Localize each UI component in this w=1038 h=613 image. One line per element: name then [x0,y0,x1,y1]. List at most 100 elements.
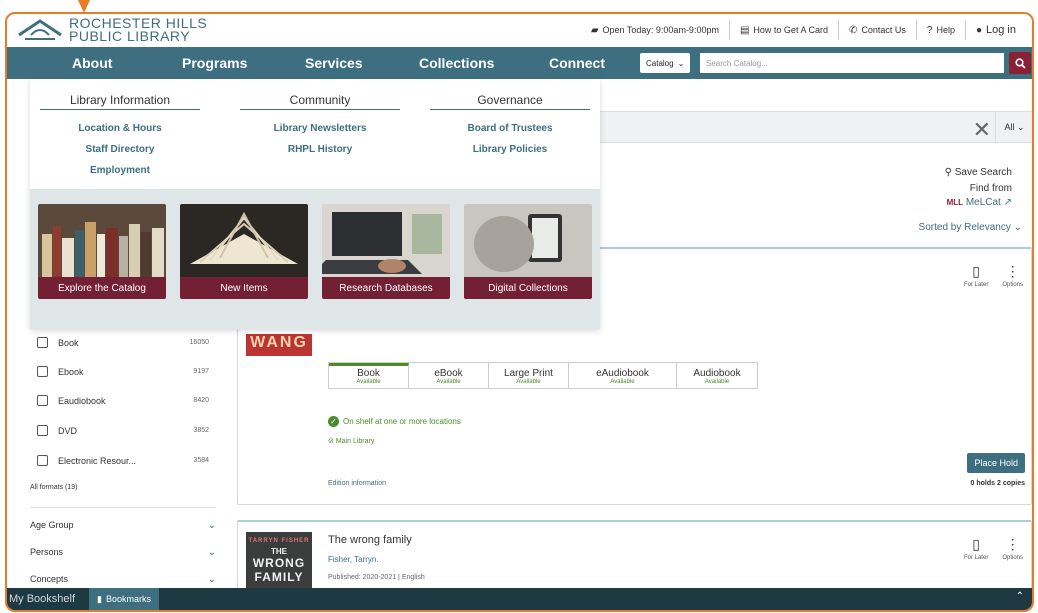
catalog-select[interactable]: Catalog ⌄ [640,53,691,73]
options-button[interactable]: ⋮ Options [1002,263,1023,288]
cover-family: FAMILY [254,570,304,584]
mega-menu-tiles: Explore the Catalog New Items Research D… [30,189,600,329]
menu-link-newsletters[interactable]: Library Newsletters [240,123,400,134]
contact-link[interactable]: ✆ Contact Us [837,20,916,40]
sort-label: Sorted by Relevancy [918,222,1011,233]
format-name: eBook [434,368,463,379]
library-logo[interactable]: ROCHESTER HILLS PUBLIC LIBRARY [17,16,207,44]
mega-menu-links: Library Information Location & Hours Sta… [30,79,600,189]
results-search-bar[interactable]: ✕ All ⌄ [597,111,1032,143]
user-icon: ● [975,24,983,36]
chevron-up-icon[interactable]: ⌃ [1016,591,1024,602]
search-button[interactable] [1009,52,1031,74]
result-author[interactable]: Fisher, Tarryn. [328,555,379,564]
for-later-button[interactable]: ▯ For Later [964,536,988,561]
tile-new-items[interactable]: New Items [180,204,308,299]
login-label: Log in [986,24,1016,36]
format-tab-book[interactable]: Book Available [329,363,409,388]
bookmarks-label: Bookmarks [105,594,151,604]
facet-count: 16050 [189,339,209,346]
menu-link-rhpl-history[interactable]: RHPL History [240,144,400,155]
menu-link-staff-directory[interactable]: Staff Directory [40,144,200,155]
options-button[interactable]: ⋮ Options [1002,536,1023,561]
help-link[interactable]: ? Help [915,20,965,40]
menu-column-heading: Library Information [40,93,200,110]
chevron-down-icon: ⌄ [677,58,685,68]
facet-divider [30,507,216,508]
checkbox[interactable] [37,455,48,466]
facet-group-age[interactable]: Age Group ⌄ [30,520,216,531]
catalog-search-input[interactable]: Search Catalog... [700,53,1004,73]
help-label: Help [936,25,955,35]
menu-link-employment[interactable]: Employment [40,165,200,176]
scope-select[interactable]: All ⌄ [995,112,1032,142]
nav-connect[interactable]: Connect [549,55,605,71]
contact-label: Contact Us [861,25,906,35]
checkbox[interactable] [37,395,48,406]
bookmarks-tab[interactable]: ▮ Bookmarks [89,588,159,610]
sort-select[interactable]: Sorted by Relevancy ⌄ [919,222,1022,233]
logo-line-2: PUBLIC LIBRARY [69,28,191,44]
facet-label: Electronic Resour... [58,455,137,466]
login-link[interactable]: ● Log in [964,20,1026,40]
edition-info-link[interactable]: Edition information [328,480,386,487]
check-outline-icon: ⊘ [328,438,334,445]
format-tab-large-print[interactable]: Large Print Available [489,363,569,388]
for-later-button[interactable]: ▯ For Later [964,263,988,288]
menu-link-board-of-trustees[interactable]: Board of Trustees [430,123,590,134]
catalog-select-value: Catalog [646,58,674,68]
chevron-down-icon: ⌄ [207,547,216,558]
nav-programs[interactable]: Programs [182,55,247,71]
tile-research-databases[interactable]: Research Databases [322,204,450,299]
page-viewport: ROCHESTER HILLS PUBLIC LIBRARY ▰ Open Tod… [5,12,1034,612]
place-hold-button[interactable]: Place Hold [967,453,1025,473]
facet-format-dvd[interactable]: DVD 3852 [37,425,209,436]
bookmark-icon: ▯ [972,263,980,279]
check-circle-icon: ✓ [328,416,339,427]
library-card-link[interactable]: ▤ How to Get A Card [728,20,838,40]
facet-count: 8420 [193,397,209,404]
format-tab-audiobook[interactable]: Audiobook Available [677,363,757,388]
tile-explore-catalog[interactable]: Explore the Catalog [38,204,166,299]
tile-digital-collections[interactable]: Digital Collections [464,204,592,299]
facet-group-persons[interactable]: Persons ⌄ [30,547,216,558]
format-tab-eaudiobook[interactable]: eAudiobook Available [569,363,677,388]
facet-format-ebook[interactable]: Ebook 9197 [37,366,209,377]
menu-column-community: Community Library Newsletters RHPL Histo… [240,93,400,155]
menu-link-location-hours[interactable]: Location & Hours [40,123,200,134]
checkbox[interactable] [37,366,48,377]
facet-format-eaudiobook[interactable]: Eaudiobook 8420 [37,395,209,406]
nav-about[interactable]: About [72,55,112,71]
facet-label: Ebook [58,366,84,377]
facet-format-electronic[interactable]: Electronic Resour... 3584 [37,455,209,466]
facet-label: DVD [58,425,78,436]
checkbox[interactable] [37,425,48,436]
book-cover[interactable]: WANG [246,334,312,356]
tile-label: Explore the Catalog [38,277,166,299]
top-bar: ROCHESTER HILLS PUBLIC LIBRARY ▰ Open Tod… [7,14,1032,47]
open-today-link[interactable]: ▰ Open Today: 9:00am-9:00pm [581,20,729,40]
facet-format-book[interactable]: Book 16050 [37,337,209,348]
for-later-label: For Later [963,555,989,561]
location-link[interactable]: ⊘ Main Library [328,437,374,445]
melcat-link[interactable]: MLL MeLCat ↗ [947,197,1012,208]
clear-search-icon[interactable]: ✕ [973,117,991,143]
bookshelf-title[interactable]: My Bookshelf [9,593,75,605]
facet-count: 3584 [193,457,209,464]
tablet-image [464,204,592,278]
nav-services[interactable]: Services [305,55,363,71]
nav-collections[interactable]: Collections [419,55,494,71]
logo-roof-icon [18,19,62,40]
checkbox[interactable] [37,337,48,348]
result-title[interactable]: The wrong family [328,534,412,546]
bookshelf-bar: My Bookshelf ▮ Bookmarks ⌃ [7,588,1032,610]
all-formats-link[interactable]: All formats (19) [30,484,77,491]
format-tab-ebook[interactable]: eBook Available [409,363,489,388]
facet-group-concepts[interactable]: Concepts ⌄ [30,574,216,585]
menu-link-library-policies[interactable]: Library Policies [430,144,590,155]
facet-group-label: Age Group [30,520,74,530]
save-search-link[interactable]: ⚲ Save Search [945,167,1012,178]
availability-status: ✓ On shelf at one or more locations [328,416,461,427]
bookmark-icon: ▯ [972,536,980,552]
phone-icon: ✆ [848,24,858,36]
